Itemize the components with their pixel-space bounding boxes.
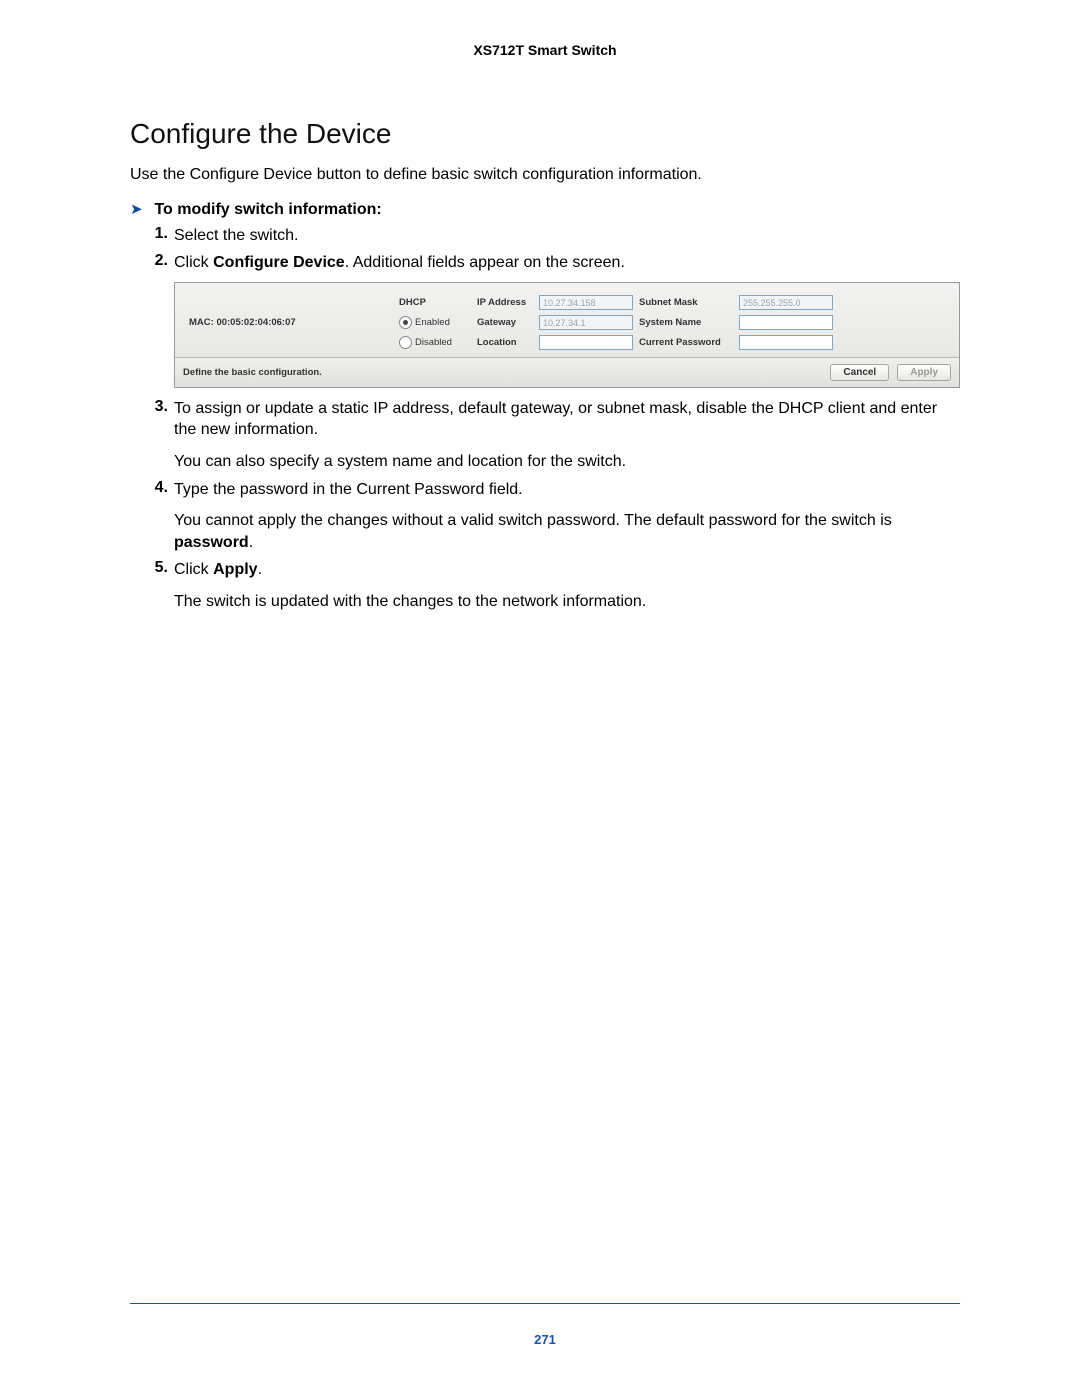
step-number: 5. [130, 559, 174, 577]
mac-address-label: MAC: 00:05:02:04:06:07 [189, 317, 399, 328]
apply-button[interactable]: Apply [897, 364, 951, 381]
page-number: 271 [130, 1332, 960, 1347]
step-3-text: To assign or update a static IP address,… [174, 398, 960, 473]
doc-header-product: XS712T Smart Switch [130, 42, 960, 58]
dhcp-enabled-radio[interactable]: Enabled [399, 316, 477, 329]
section-heading: Configure the Device [130, 118, 960, 150]
procedure-arrow-icon: ➤ [130, 200, 150, 218]
system-name-label: System Name [639, 317, 739, 328]
subnet-mask-label: Subnet Mask [639, 297, 739, 308]
step-2-text: Click Configure Device. Additional field… [174, 252, 960, 274]
procedure-title: To modify switch information: [154, 201, 381, 218]
current-password-field[interactable] [739, 335, 833, 350]
current-password-label: Current Password [639, 337, 739, 348]
step-number: 4. [130, 479, 174, 497]
ip-address-label: IP Address [477, 297, 539, 308]
dhcp-disabled-radio[interactable]: Disabled [399, 336, 477, 349]
config-hint-text: Define the basic configuration. [183, 367, 322, 378]
radio-icon [399, 336, 412, 349]
location-field[interactable] [539, 335, 633, 350]
step-number: 1. [130, 225, 174, 243]
system-name-field[interactable] [739, 315, 833, 330]
step-1-text: Select the switch. [174, 225, 960, 247]
step-5-text: Click Apply. The switch is updated with … [174, 559, 960, 612]
dhcp-label: DHCP [399, 297, 477, 308]
location-label: Location [477, 337, 539, 348]
step-number: 3. [130, 398, 174, 416]
footer-rule [130, 1303, 960, 1304]
step-4-text: Type the password in the Current Passwor… [174, 479, 960, 554]
intro-paragraph: Use the Configure Device button to defin… [130, 164, 960, 186]
gateway-field[interactable] [539, 315, 633, 330]
config-device-panel: DHCP IP Address Subnet Mask MAC: 00:05:0… [174, 282, 960, 388]
cancel-button[interactable]: Cancel [830, 364, 889, 381]
radio-icon [399, 316, 412, 329]
ip-address-field[interactable] [539, 295, 633, 310]
subnet-mask-field[interactable] [739, 295, 833, 310]
gateway-label: Gateway [477, 317, 539, 328]
step-number: 2. [130, 252, 174, 270]
